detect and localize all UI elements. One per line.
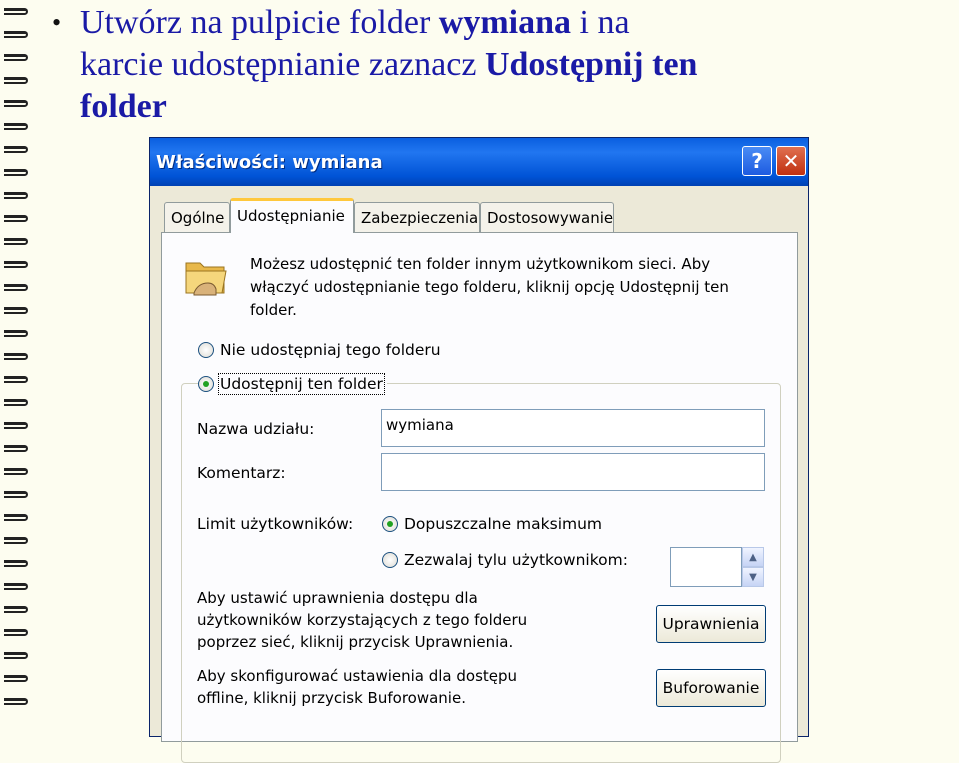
help-button[interactable]: ?	[742, 146, 772, 176]
user-count-spinner[interactable]: ▲ ▼	[670, 547, 766, 587]
binding-ring	[4, 307, 28, 314]
binding-ring	[4, 54, 28, 61]
radio-selected-icon[interactable]	[382, 516, 398, 532]
binding-ring	[4, 284, 28, 291]
binding-ring	[4, 261, 28, 268]
permissions-button[interactable]: Uprawnienia	[656, 605, 766, 643]
binding-ring	[4, 606, 28, 613]
binding-ring	[4, 583, 28, 590]
bullet-line-2: karcie udostępnianie zaznacz Udostępnij …	[80, 46, 698, 83]
binding-ring	[4, 123, 28, 130]
binding-ring	[4, 100, 28, 107]
radio-selected-icon[interactable]	[198, 376, 214, 392]
shared-folder-icon	[182, 253, 230, 305]
dialog-title: Właściwości: wymiana	[156, 152, 383, 173]
sharing-description: Możesz udostępnić ten folder innym użytk…	[250, 255, 729, 319]
caching-text: Aby skonfigurować ustawienia dla dostępu…	[197, 667, 518, 707]
caching-button[interactable]: Buforowanie	[656, 669, 766, 707]
binding-ring	[4, 192, 28, 199]
user-count-input[interactable]	[670, 547, 742, 587]
binding-ring	[4, 537, 28, 544]
radio-no-share[interactable]: Nie udostępniaj tego folderu	[198, 341, 441, 359]
binding-ring	[4, 514, 28, 521]
sharing-panel: Możesz udostępnić ten folder innym użytk…	[161, 232, 798, 763]
radio-max-users[interactable]: Dopuszczalne maksimum	[382, 515, 602, 533]
tab-customize[interactable]: Dostosowywanie	[480, 202, 614, 232]
binding-ring	[4, 8, 28, 15]
binding-ring	[4, 560, 28, 567]
bullet-line-3: folder	[80, 88, 167, 125]
binding-ring	[4, 399, 28, 406]
properties-dialog: Właściwości: wymiana ? ✕ Ogólne Udostępn…	[149, 137, 809, 763]
bullet-line-1: Utwórz na pulpicie folder wymiana i na	[80, 4, 630, 41]
binding-ring	[4, 698, 28, 705]
radio-circle-icon[interactable]	[382, 552, 398, 568]
slide-bullet: • Utwórz na pulpicie folder wymiana i na…	[52, 2, 940, 128]
binding-ring	[4, 215, 28, 222]
title-bar[interactable]: Właściwości: wymiana ? ✕	[150, 138, 808, 186]
tab-security[interactable]: Zabezpieczenia	[354, 202, 480, 232]
comment-input[interactable]	[381, 453, 765, 491]
binding-ring	[4, 468, 28, 475]
notebook-binding	[0, 0, 34, 719]
binding-ring	[4, 169, 28, 176]
binding-ring	[4, 629, 28, 636]
tab-general[interactable]: Ogólne	[164, 202, 230, 232]
comment-label: Komentarz:	[197, 464, 286, 482]
permissions-text: Aby ustawić uprawnienia dostępu dla użyt…	[197, 589, 528, 651]
binding-ring	[4, 146, 28, 153]
share-name-input[interactable]: wymiana	[381, 409, 765, 447]
bullet-dot-icon: •	[52, 8, 62, 37]
binding-ring	[4, 376, 28, 383]
spin-down-icon[interactable]: ▼	[742, 567, 764, 587]
binding-ring	[4, 491, 28, 498]
binding-ring	[4, 77, 28, 84]
radio-circle-icon[interactable]	[198, 342, 214, 358]
binding-ring	[4, 445, 28, 452]
binding-ring	[4, 330, 28, 337]
radio-allow-users[interactable]: Zezwalaj tylu użytkownikom:	[382, 551, 628, 569]
binding-ring	[4, 675, 28, 682]
tab-sharing[interactable]: Udostępnianie	[230, 198, 354, 233]
binding-ring	[4, 31, 28, 38]
radio-share[interactable]: Udostępnij ten folder	[198, 373, 387, 395]
share-name-label: Nazwa udziału:	[197, 420, 315, 438]
user-limit-label: Limit użytkowników:	[197, 515, 354, 533]
close-button[interactable]: ✕	[776, 146, 806, 176]
spin-up-icon[interactable]: ▲	[742, 547, 764, 567]
binding-ring	[4, 238, 28, 245]
binding-ring	[4, 652, 28, 659]
binding-ring	[4, 353, 28, 360]
binding-ring	[4, 422, 28, 429]
